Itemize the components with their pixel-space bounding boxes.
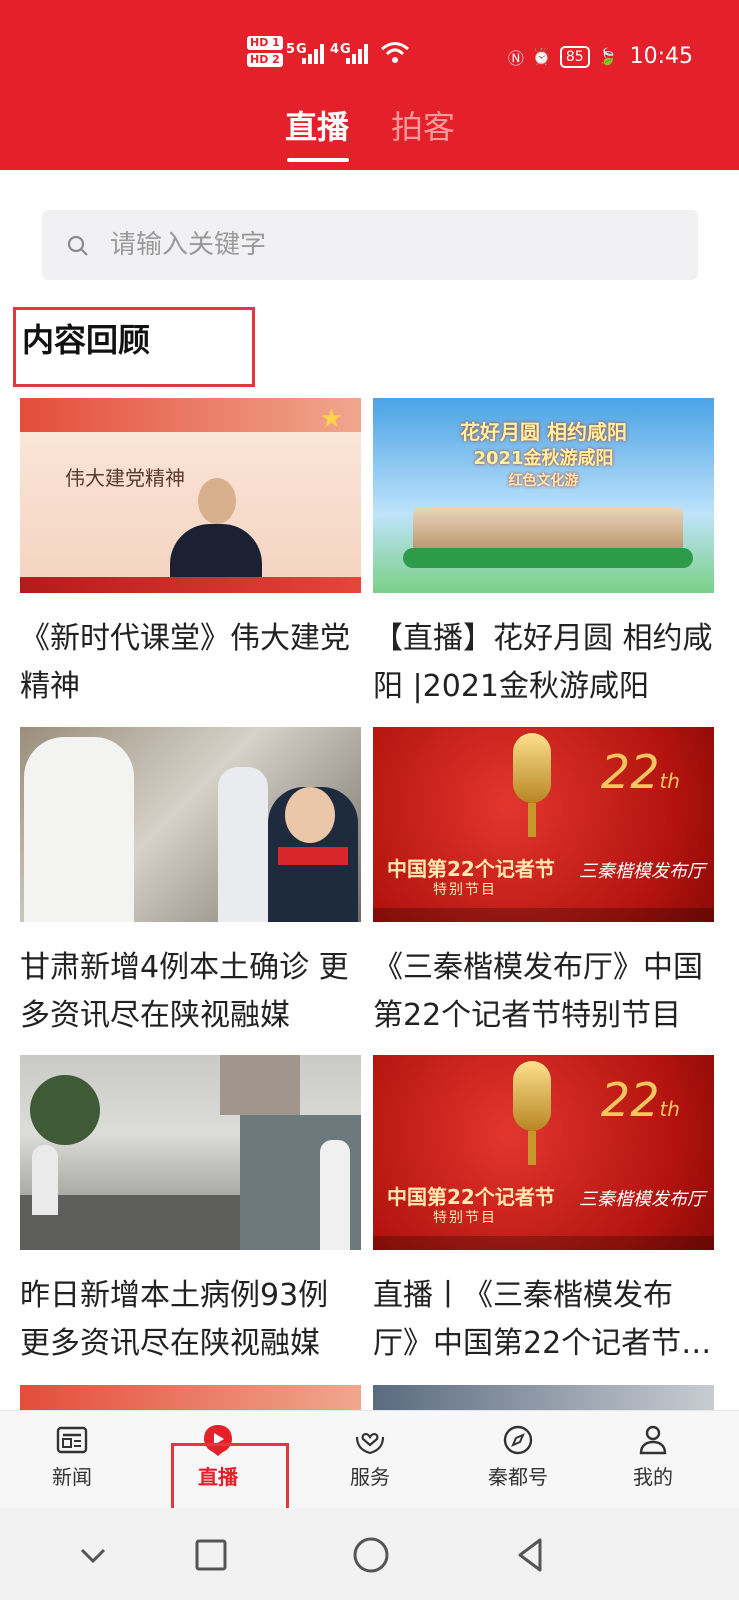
thumbnail-line3: 红色文化游: [508, 473, 579, 489]
tab-live[interactable]: 直播: [285, 102, 349, 148]
nfc-icon: Ⓝ: [507, 48, 524, 68]
microphone-icon: [513, 1061, 551, 1131]
signal-bars-icon: [302, 42, 328, 64]
content-card[interactable]: 22th 中国第22个记者节 特别节目 三秦楷模发布厅 直播丨《三秦楷模发布厅》…: [373, 1055, 714, 1368]
person-icon: [639, 1425, 667, 1455]
clock: 10:45: [629, 44, 693, 69]
chevron-down-icon[interactable]: [68, 1530, 118, 1580]
nav-qindu[interactable]: 秦都号: [458, 1411, 578, 1509]
thumbnail-brand: 三秦楷模发布厅: [579, 861, 705, 882]
home-circle-icon[interactable]: [346, 1530, 396, 1580]
status-right: Ⓝ ⏰ 85 🍃 10:45: [508, 44, 693, 69]
speaker-figure: [170, 478, 262, 593]
tab-paike[interactable]: 拍客: [391, 102, 455, 148]
card-title[interactable]: 昨日新增本土病例93例 更多资讯尽在陕视融媒: [20, 1272, 361, 1368]
content-card[interactable]: 花好月圆 相约咸阳 2021金秋游咸阳 红色文化游 【直播】花好月圆 相约咸阳 …: [373, 398, 714, 711]
thumbnail-number: 22th: [600, 745, 680, 799]
bottom-nav: 新闻 直播 服务 秦都号 我的: [0, 1410, 739, 1508]
content-card[interactable]: 22th 中国第22个记者节 特别节目 三秦楷模发布厅 《三秦楷模发布厅》中国第…: [373, 727, 714, 1040]
status-bar: HD 1 HD 2 5G 4G Ⓝ ⏰ 85 🍃 10:45: [0, 30, 739, 80]
recents-square-icon[interactable]: [186, 1530, 236, 1580]
thumbnail-brand: 三秦楷模发布厅: [579, 1189, 705, 1210]
app-header: HD 1 HD 2 5G 4G Ⓝ ⏰ 85 🍃 10:45 直播 拍客: [0, 0, 739, 170]
nav-mine[interactable]: 我的: [593, 1411, 713, 1509]
card-title[interactable]: 《三秦楷模发布厅》中国第22个记者节特别节目: [373, 944, 714, 1040]
heart-hands-icon: [355, 1433, 385, 1455]
highlight-box-section-title: [13, 307, 255, 387]
wifi-icon: [381, 42, 409, 63]
search-icon: [67, 235, 88, 256]
star-icon: ★: [319, 404, 343, 434]
nav-service[interactable]: 服务: [310, 1411, 430, 1509]
search-bar[interactable]: [42, 210, 698, 280]
newspaper-icon: [56, 1426, 88, 1454]
card-title[interactable]: 甘肃新增4例本土确诊 更多资讯尽在陕视融媒: [20, 944, 361, 1040]
card-thumbnail[interactable]: 花好月圆 相约咸阳 2021金秋游咸阳 红色文化游: [373, 398, 714, 593]
search-input[interactable]: [110, 224, 670, 266]
active-tab-indicator: [287, 158, 349, 162]
nav-label: 我的: [633, 1465, 673, 1489]
card-title[interactable]: 直播丨《三秦楷模发布厅》中国第22个记者节特别节目: [373, 1272, 714, 1368]
card-thumbnail[interactable]: [20, 1055, 361, 1250]
hd2-badge: HD 2: [247, 53, 283, 67]
nav-news[interactable]: 新闻: [12, 1411, 132, 1509]
back-triangle-icon[interactable]: [506, 1530, 556, 1580]
battery-level: 85: [559, 45, 590, 68]
nav-label: 服务: [350, 1465, 390, 1489]
thumbnail-number: 22th: [600, 1073, 680, 1127]
card-thumbnail[interactable]: 22th 中国第22个记者节 特别节目 三秦楷模发布厅: [373, 727, 714, 922]
card-title[interactable]: 《新时代课堂》伟大建党精神: [20, 615, 361, 711]
thumbnail-line2: 特别节目: [433, 882, 497, 898]
alarm-icon: ⏰: [531, 47, 552, 66]
compass-icon: [503, 1425, 533, 1455]
card-thumbnail[interactable]: ★ 伟大建党精神: [20, 398, 361, 593]
thumbnail-line2: 2021金秋游咸阳: [473, 448, 614, 469]
top-tabs: 直播 拍客: [0, 102, 739, 162]
nav-label: 秦都号: [488, 1465, 548, 1489]
content-card[interactable]: 昨日新增本土病例93例 更多资讯尽在陕视融媒: [20, 1055, 361, 1368]
hd1-badge: HD 1: [247, 36, 283, 50]
thumbnail-line1: 花好月圆 相约咸阳: [460, 420, 627, 444]
leaf-icon: 🍃: [597, 47, 618, 66]
microphone-icon: [513, 733, 551, 803]
thumbnail-line1: 中国第22个记者节: [387, 857, 555, 881]
thumbnail-line1: 中国第22个记者节: [387, 1185, 555, 1209]
signal-bars-2-icon: [346, 42, 372, 64]
system-nav-bar: [0, 1508, 739, 1600]
sim-indicators: HD 1 HD 2: [247, 36, 283, 70]
thumbnail-caption: 伟大建党精神: [65, 466, 185, 490]
content-card[interactable]: ★ 伟大建党精神 《新时代课堂》伟大建党精神: [20, 398, 361, 711]
card-title[interactable]: 【直播】花好月圆 相约咸阳 |2021金秋游咸阳: [373, 615, 714, 711]
card-thumbnail[interactable]: [20, 727, 361, 922]
thumbnail-line2: 特别节目: [433, 1210, 497, 1226]
nav-label: 新闻: [52, 1465, 92, 1489]
card-thumbnail[interactable]: 22th 中国第22个记者节 特别节目 三秦楷模发布厅: [373, 1055, 714, 1250]
content-card[interactable]: 甘肃新增4例本土确诊 更多资讯尽在陕视融媒: [20, 727, 361, 1040]
